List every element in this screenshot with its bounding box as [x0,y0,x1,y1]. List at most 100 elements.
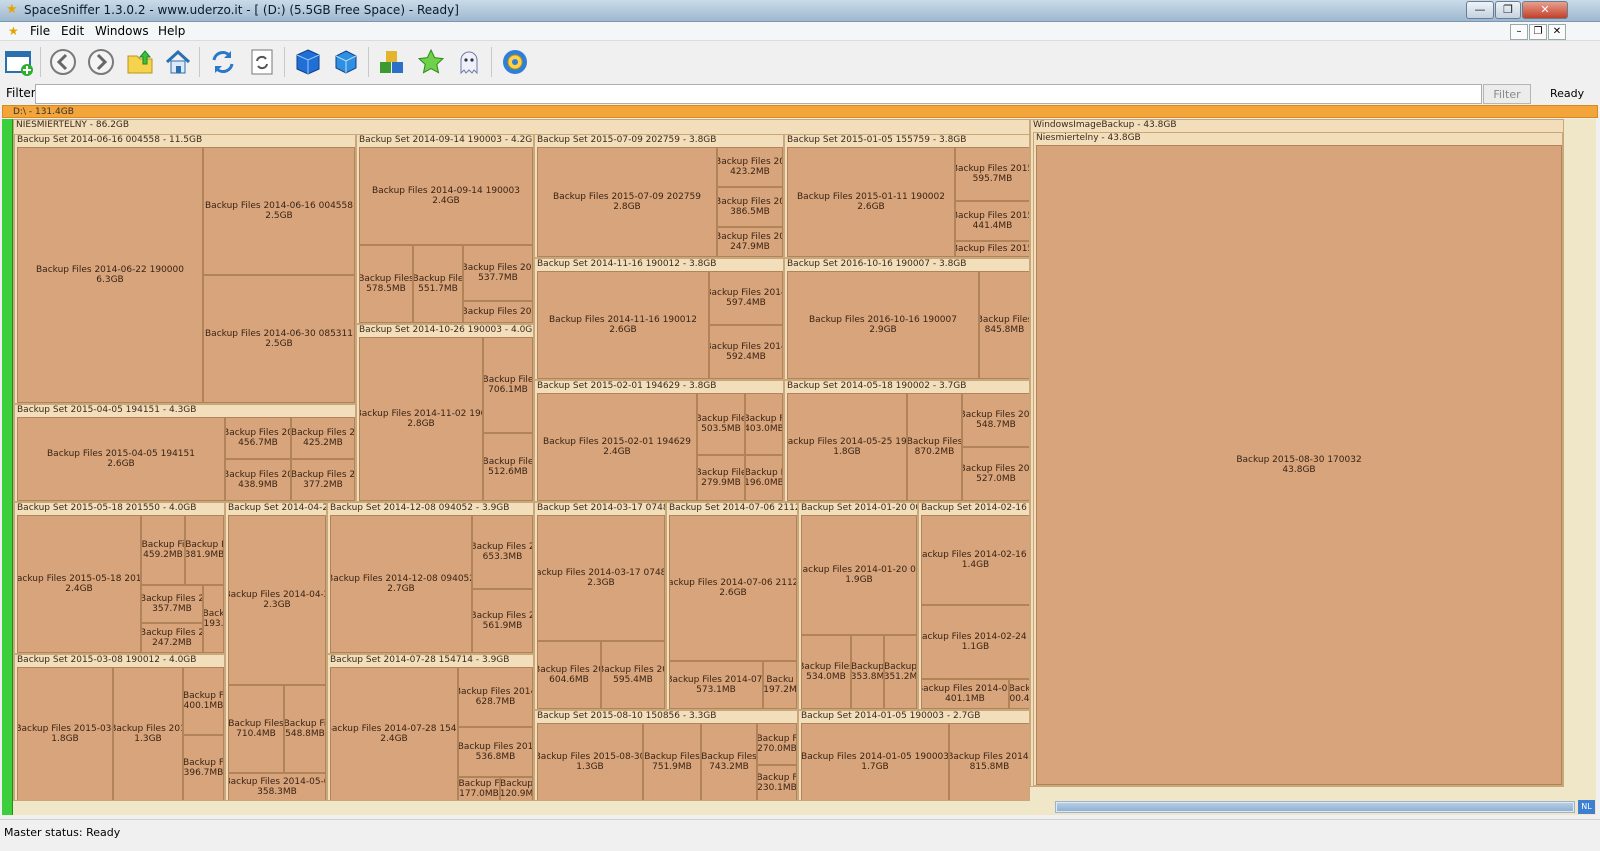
backup-set-block[interactable]: Backup Set 2014-12-08 094052 - 3.9GB Bac… [327,502,534,654]
backup-file-cell[interactable]: Backup I 196.0MB [745,455,783,501]
backup-file-cell[interactable]: Backup Files 2015-05-18 2015 2.4GB [17,515,141,653]
backup-set-block[interactable]: Backup Set 2016-10-16 190007 - 3.8GB Bac… [784,258,1029,380]
backup-set-block[interactable]: Backup Set 2015-02-01 194629 - 3.8GB Bac… [534,380,784,502]
folder-niesmiertelny-image[interactable]: Niesmiertelny - 43.8GB Backup 2015-08-30… [1033,132,1563,786]
forward-button[interactable] [84,45,118,79]
menu-help[interactable]: Help [158,24,185,38]
backup-file-cell[interactable]: Backup Files 751.9MB [643,723,701,800]
backup-file-cell[interactable]: Backup Files 2 425.2MB [291,417,355,459]
backup-file-cell[interactable]: Backup Files 2014-01-05 190003 1.7GB [801,723,949,800]
backup-file-cell[interactable]: Backup Files 2014-07- 573.1MB [669,661,763,709]
backup-file-cell[interactable]: Backup Files 710.4MB [228,685,284,773]
backup-set-block[interactable]: Backup Set 2015-08-10 150856 - 3.3GB Bac… [534,710,798,800]
settings-button[interactable] [498,45,532,79]
backup-file-cell[interactable]: Backup Files 2016-10-16 190007 2.9GB [787,271,979,379]
favorites-button[interactable] [414,45,448,79]
backup-file-cell[interactable]: Backup Files 2014-05-0 358.3MB [228,773,326,800]
backup-file-cell[interactable]: Backup Files 2014-11-02 190 2.8GB [359,337,483,501]
backup-file-cell[interactable]: Backup Files 2014-11-16 190012 2.6GB [537,271,709,379]
backup-file-cell[interactable]: Backup Files 2014-03-17 07483 2.3GB [537,515,665,641]
backup-file-cell[interactable]: Backup Files 201 536.8MB [458,727,533,777]
backup-file-cell[interactable]: Backu 197.2M [763,661,797,709]
backup-set-block[interactable]: Backup Set 2014-04-21 0 Backup Files 201… [225,502,327,800]
backup-set-block[interactable]: Backup Set 2014-11-16 190012 - 3.8GB Bac… [534,258,784,380]
new-window-button[interactable] [2,45,36,79]
ghost-button[interactable] [452,45,486,79]
menu-edit[interactable]: Edit [61,24,84,38]
backup-file-cell[interactable]: Backup Files 20: 537.7MB [463,245,533,301]
backup-set-block[interactable]: Backup Set 2014-01-20 00102 Backup Files… [798,502,918,710]
backup-set-block[interactable]: Backup Set 2014-10-26 190003 - 4.0GB Bac… [356,324,534,502]
backup-set-block[interactable]: Backup Set 2014-02-16 190 Backup Files 2… [918,502,1029,710]
backup-file-cell[interactable]: Backup File 503.5MB [697,393,745,455]
backup-file-cell[interactable]: Backup Files 2014-03 401.1MB [921,679,1009,709]
backup-file-cell[interactable]: Backup Files 2014-02-24 1 1.1GB [921,605,1029,679]
filter-input[interactable] [35,84,1482,104]
backup-file-cell[interactable]: Back 193. [203,585,224,653]
backup-file-cell[interactable]: Backup Files 2014-01-20 00 1.9GB [801,515,917,635]
backup-file-cell[interactable]: Backup File 551.7MB [413,245,463,323]
backup-set-block[interactable]: Backup Set 2014-09-14 190003 - 4.2GB Bac… [356,134,534,324]
backup-file-cell[interactable]: Backup F 403.0MB [745,393,783,455]
backup-file-cell[interactable]: Backup F 230.1MB [757,765,797,800]
backup-file-cell[interactable]: Back 00.4 [1009,679,1029,709]
backup-file-cell[interactable]: Backup Files 534.0MB [801,635,851,709]
backup-file-cell[interactable]: Backup Files 2015-02-01 194629 2.4GB [537,393,697,501]
close-button[interactable]: ✕ [1522,1,1568,19]
backup-set-block[interactable]: Backup Set 2014-06-16 004558 - 11.5GB Ba… [14,134,356,404]
folder-up-button[interactable] [123,45,157,79]
backup-file-cell[interactable]: Backup I 381.9MB [185,515,224,585]
treemap-view[interactable]: D:\ - 131.4GB NIESMIERTELNY - 86.2GB Bac… [0,105,1600,819]
backup-file-cell[interactable]: Backup Files 2015-07-09 202759 2.8GB [537,147,717,257]
backup-set-block[interactable]: Backup Set 2015-05-18 201550 - 4.0GB Bac… [14,502,225,654]
maximize-button[interactable]: ❐ [1495,1,1521,19]
backup-file-cell[interactable]: Backup Files 2014-07-28 1547 2.4GB [330,667,458,800]
backup-file-cell[interactable]: Backup Fi 548.8MB [284,685,326,773]
horizontal-scrollbar[interactable] [1055,801,1575,813]
backup-file-cell[interactable]: Backup F 270.0MB [757,723,797,765]
backup-file-cell[interactable]: Backup Files 2 561.9MB [472,589,533,653]
backup-file-cell[interactable]: Backup Files 2015 441.4MB [955,201,1029,241]
minimize-button[interactable]: — [1466,1,1494,19]
backup-file-cell[interactable]: Backup Files 20: 548.7MB [962,393,1029,447]
mdi-minimize-button[interactable]: – [1510,24,1528,40]
home-button[interactable] [161,45,195,79]
backup-file-cell[interactable]: Backup Files 2014-04-2 2.3GB [228,515,326,685]
backup-file-cell[interactable]: Backup Files 2 247.2MB [141,623,203,653]
backup-file-cell[interactable]: Backup Files 2014-06-22 190000 6.3GB [17,147,203,403]
backup-set-block[interactable]: Backup Set 2015-03-08 190012 - 4.0GB Bac… [14,654,225,800]
backup-file-cell[interactable]: Backup Files 2 377.2MB [291,459,355,501]
scrollbar-thumb[interactable] [1057,803,1573,811]
language-badge[interactable]: NL [1578,800,1595,814]
folder-niesmiertelny[interactable]: NIESMIERTELNY - 86.2GB Backup Set 2014-0… [13,119,1030,801]
backup-file-cell[interactable]: Backup 120.9M [500,777,533,800]
backup-file-cell[interactable]: Backup F 177.0MB [458,777,500,800]
mdi-close-button[interactable]: ✕ [1548,24,1566,40]
folder-windowsimagebackup[interactable]: WindowsImageBackup - 43.8GB Niesmierteln… [1030,119,1564,787]
refresh-view-button[interactable] [245,45,279,79]
backup-file-cell[interactable]: Backup Files 2014-09-14 190003 2.4GB [359,147,533,245]
backup-file-cell[interactable]: Backup Fi 459.2MB [141,515,185,585]
zoom-out-button[interactable] [329,45,363,79]
backup-file-cell[interactable]: Backup Files 2015-08-30 1.3GB [537,723,643,800]
backup-set-block[interactable]: Backup Set 2015-04-05 194151 - 4.3GB Bac… [14,404,356,502]
backup-file-cell[interactable]: Backup Files 20: [463,301,533,323]
zoom-in-button[interactable] [291,45,325,79]
backup-file-cell[interactable]: Backup Files 2014-06-16 004558 2.5GB [203,147,355,275]
blocks-button[interactable] [375,45,409,79]
drive-header[interactable]: D:\ - 131.4GB [2,105,1598,118]
backup-file-cell[interactable]: Backup Files 845.8MB [979,271,1029,379]
backup-file-cell[interactable]: Backup Files 2 357.7MB [141,585,203,623]
backup-file-cell[interactable]: Backup Files 20 595.4MB [601,641,665,709]
backup-file-cell[interactable]: Backup Files 20 247.9MB [717,227,783,257]
backup-file-cell[interactable]: Backup Files 2015-04-05 194151 2.6GB [17,417,225,501]
backup-set-block[interactable]: Backup Set 2014-07-06 211245 Backup File… [666,502,798,710]
backup-file-cell[interactable]: Backup Files 2014-05-25 190 1.8GB [787,393,907,501]
backup-file-cell[interactable]: Backup Files 20 438.9MB [225,459,291,501]
backup-file-cell[interactable]: Backup Files 2014 597.4MB [709,271,783,325]
backup-file-cell[interactable]: Backup Files 2015-01-11 190002 2.6GB [787,147,955,257]
backup-file-cell[interactable]: Backup 351.2M [884,635,917,709]
backup-file-cell[interactable]: Backup F 396.7MB [183,735,224,800]
backup-set-block[interactable]: Backup Set 2014-07-28 154714 - 3.9GB Bac… [327,654,534,800]
backup-file-cell[interactable]: Backup Files 2015-03- 1.8GB [17,667,113,800]
